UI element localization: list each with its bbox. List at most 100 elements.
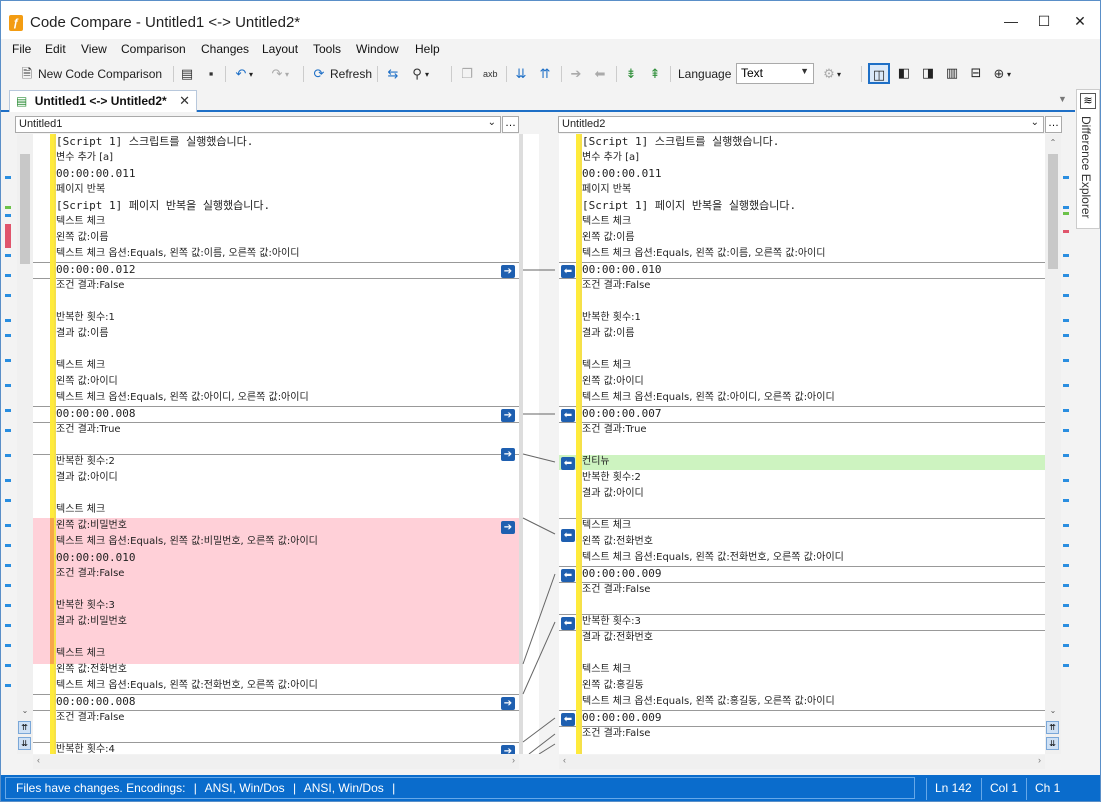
copy-right-arrow-icon[interactable]: ➔: [501, 697, 515, 710]
layout-two-way-button[interactable]: ◫: [868, 63, 890, 84]
menu-file[interactable]: File: [12, 42, 31, 56]
copy-left-arrow-icon[interactable]: ⬅: [561, 617, 575, 630]
close-tab-icon[interactable]: ✕: [179, 93, 190, 109]
right-code-line: 텍스트 체크 옵션:Equals, 왼쪽 값:전화번호, 오른쪽 값:아이디: [582, 552, 844, 563]
right-overview-ruler[interactable]: [1063, 134, 1073, 754]
tab-list-chevron-icon[interactable]: ▼: [1058, 94, 1067, 104]
right-code-line: 00:00:00.011: [582, 167, 662, 180]
sync-button[interactable]: ⊕ ▾: [991, 64, 1011, 84]
left-code-line: 조건 결과:False: [56, 568, 125, 579]
save-button[interactable]: ▪: [203, 64, 219, 84]
next-difference-button[interactable]: ⇊: [513, 64, 529, 84]
right-code-line: 텍스트 체크: [582, 520, 632, 531]
copy-right-arrow-icon[interactable]: ➔: [501, 745, 515, 754]
app-icon: ƒ: [9, 15, 23, 31]
refresh-button[interactable]: ⟳ Refresh: [311, 64, 372, 84]
scroll-right-icon[interactable]: ›: [512, 755, 515, 765]
left-horizontal-scrollbar[interactable]: ‹ ›: [33, 755, 519, 769]
menu-layout[interactable]: Layout: [262, 42, 298, 56]
left-scroll-down-icon[interactable]: ⌄: [20, 706, 30, 716]
copy-to-right-button[interactable]: ➔: [568, 64, 584, 84]
scroll-right-icon[interactable]: ›: [1038, 755, 1041, 765]
layout-vertical-button[interactable]: ⊟: [965, 63, 987, 84]
new-document-icon: 🗎: [21, 66, 33, 81]
copy-button[interactable]: ❐: [459, 64, 475, 84]
left-code-line: 텍스트 체크: [56, 504, 106, 515]
left-prev-diff-icon[interactable]: ⇈: [18, 721, 31, 734]
menu-changes[interactable]: Changes: [201, 42, 249, 56]
chevron-down-icon: ⌄: [487, 117, 496, 128]
close-window-button[interactable]: ✕: [1065, 9, 1095, 33]
scroll-left-icon[interactable]: ‹: [563, 755, 566, 765]
left-browse-button[interactable]: …: [502, 116, 519, 133]
menu-edit[interactable]: Edit: [45, 42, 66, 56]
left-code-line: 결과 값:비밀번호: [56, 616, 127, 627]
status-char: Ch 1: [1026, 778, 1068, 800]
find-button[interactable]: ⚲ ▾: [409, 64, 429, 84]
right-code-line: 왼쪽 값:아이디: [582, 376, 644, 387]
next-change-button[interactable]: ⇟: [623, 64, 639, 84]
previous-difference-button[interactable]: ⇈: [537, 64, 553, 84]
right-editor-pane[interactable]: [Script 1] 스크립트를 실행했습니다. 변수 추가 [a] 00:00:0…: [559, 134, 1045, 754]
left-overview-ruler[interactable]: [5, 134, 15, 754]
layout-right-button[interactable]: ◨: [917, 63, 939, 84]
menu-comparison[interactable]: Comparison: [121, 42, 186, 56]
copy-left-arrow-icon[interactable]: ⬅: [561, 265, 575, 278]
left-code-line: 페이지 반복: [56, 184, 106, 195]
layout-vertical-icon: ⊟: [970, 65, 982, 80]
maximize-button[interactable]: ☐: [1029, 9, 1059, 33]
scroll-left-icon[interactable]: ‹: [37, 755, 40, 765]
previous-change-button[interactable]: ⇞: [647, 64, 663, 84]
options-button[interactable]: ⚙ ▾: [821, 64, 841, 84]
menu-tools[interactable]: Tools: [313, 42, 341, 56]
right-code-line: 왼쪽 값:전화번호: [582, 536, 653, 547]
difference-explorer-panel[interactable]: ≋ Difference Explorer: [1076, 89, 1100, 229]
copy-left-arrow-icon[interactable]: ⬅: [561, 713, 575, 726]
layout-left-button[interactable]: ◧: [893, 63, 915, 84]
swap-button[interactable]: ⇆: [385, 64, 401, 84]
find-dropdown-icon: ▾: [425, 69, 430, 79]
copy-right-arrow-icon[interactable]: ➔: [501, 521, 515, 534]
right-scroll-thumb[interactable]: [1048, 154, 1058, 269]
copy-left-arrow-icon[interactable]: ⬅: [561, 457, 575, 470]
copy-left-arrow-icon[interactable]: ⬅: [561, 409, 575, 422]
left-editor-pane[interactable]: [Script 1] 스크립트를 실행했습니다. 변수 추가 [a] 00:00:0…: [33, 134, 539, 754]
sync-icon: ⊕: [993, 66, 1005, 81]
chevron-down-icon: ▼: [800, 66, 809, 76]
left-next-diff-icon[interactable]: ⇊: [18, 737, 31, 750]
menu-view[interactable]: View: [81, 42, 107, 56]
compare-axb-button[interactable]: axb: [483, 64, 498, 84]
save-all-button[interactable]: ▤: [179, 64, 195, 84]
copy-left-arrow-icon[interactable]: ⬅: [561, 529, 575, 542]
tab-untitled-comparison[interactable]: ▤ Untitled1 <-> Untitled2* ✕: [9, 90, 197, 112]
right-scroll-up-icon[interactable]: ⌃: [1048, 138, 1058, 148]
right-scroll-down-icon[interactable]: ⌄: [1048, 706, 1058, 716]
copy-left-arrow-icon[interactable]: ⬅: [561, 569, 575, 582]
right-prev-diff-icon[interactable]: ⇈: [1046, 721, 1059, 734]
right-horizontal-scrollbar[interactable]: ‹ ›: [559, 755, 1045, 769]
redo-button[interactable]: ↷ ▾: [269, 64, 289, 84]
copy-right-arrow-icon[interactable]: ➔: [501, 265, 515, 278]
copy-to-left-button[interactable]: ⬅: [592, 64, 608, 84]
left-file-path[interactable]: Untitled1 ⌄: [15, 116, 501, 133]
minimize-button[interactable]: —: [996, 9, 1026, 33]
undo-button[interactable]: ↶ ▾: [233, 64, 253, 84]
copy-right-arrow-icon[interactable]: ➔: [501, 448, 515, 461]
options-icon: ⚙: [823, 66, 835, 81]
right-code-line: 00:00:00.009: [582, 567, 662, 580]
left-scroll-thumb[interactable]: [20, 154, 30, 264]
status-line: Ln 142: [926, 778, 980, 800]
language-select[interactable]: Text ▼: [736, 63, 814, 84]
right-scrollbar[interactable]: ⌃ ⌄ ⇈ ⇊: [1045, 134, 1061, 754]
right-code-line: 텍스트 체크: [582, 664, 632, 675]
left-scrollbar[interactable]: ⌄ ⇈ ⇊: [17, 134, 33, 754]
copy-right-arrow-icon[interactable]: ➔: [501, 409, 515, 422]
right-next-diff-icon[interactable]: ⇊: [1046, 737, 1059, 750]
menu-help[interactable]: Help: [415, 42, 440, 56]
left-code-line: 반복한 횟수:3: [56, 600, 115, 611]
menu-window[interactable]: Window: [356, 42, 399, 56]
new-comparison-button[interactable]: 🗎 New Code Comparison: [19, 64, 162, 84]
right-browse-button[interactable]: …: [1045, 116, 1062, 133]
right-file-path[interactable]: Untitled2 ⌄: [558, 116, 1044, 133]
layout-three-way-button[interactable]: ▥: [941, 63, 963, 84]
